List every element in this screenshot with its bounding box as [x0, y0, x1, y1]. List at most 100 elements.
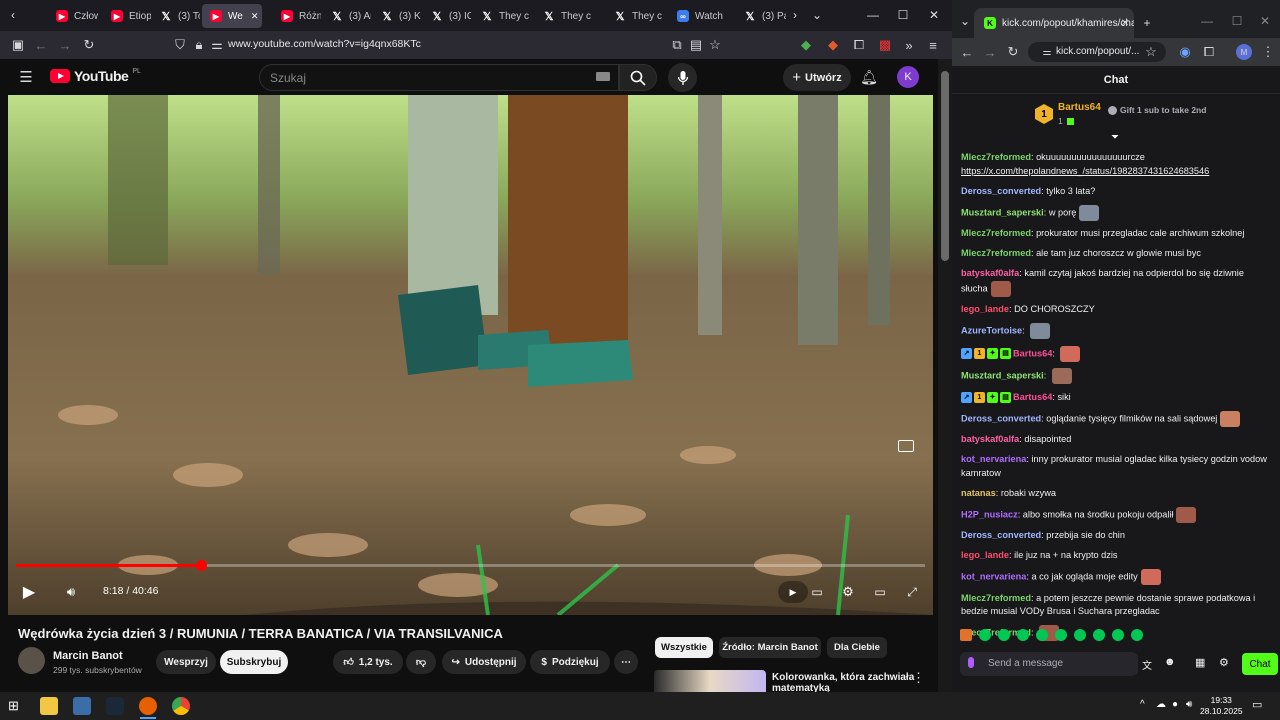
chrome-extension-icon[interactable]: ◉: [1176, 43, 1194, 61]
progress-scrubber[interactable]: [195, 560, 207, 571]
video-player[interactable]: ▶ 🔊︎ 8:18 / 40:46 ▶ ▭ ⚙ ▭ ⤢: [8, 95, 933, 615]
chat-username[interactable]: Musztard_saperski: [961, 370, 1044, 380]
computer-icon[interactable]: [73, 697, 91, 715]
start-icon[interactable]: ⊞: [8, 697, 26, 715]
tab-2[interactable]: ▶ Etiop: [103, 4, 151, 28]
channel-name[interactable]: Marcin Banot: [53, 650, 123, 662]
recommended-title[interactable]: Kolorowanka, która zachwiała matematyką: [772, 672, 914, 694]
dislike-button[interactable]: 👎︎: [406, 650, 436, 674]
search-input[interactable]: Szukaj: [259, 64, 619, 91]
chat-username[interactable]: Mlecz7reformed: [961, 593, 1031, 603]
chip-for-you[interactable]: Dla Ciebie: [827, 637, 887, 658]
play-icon[interactable]: ▶: [18, 581, 40, 603]
tab-scroll-right-icon[interactable]: ›: [786, 6, 804, 24]
lock-icon[interactable]: 🔒︎: [190, 36, 208, 54]
extension-badge-icon[interactable]: ▩: [876, 36, 894, 54]
chat-username[interactable]: natanas: [961, 488, 996, 498]
speaker-icon[interactable]: 🔊︎: [1186, 699, 1192, 710]
chat-link[interactable]: https://x.com/thepolandnews_/status/1982…: [961, 166, 1209, 176]
maximize-icon[interactable]: ☐: [894, 6, 912, 24]
emote-7-icon[interactable]: [1074, 629, 1086, 641]
extension-shield-icon[interactable]: ◆: [797, 36, 815, 54]
close-tab-icon[interactable]: ✕: [1116, 14, 1134, 32]
chat-username[interactable]: AzureTortoise: [961, 325, 1022, 335]
tab-scroll-left-icon[interactable]: ‹: [4, 6, 22, 24]
emote-8-icon[interactable]: [1093, 629, 1105, 641]
chat-username[interactable]: Mlecz7reformed: [961, 248, 1031, 258]
shield-icon[interactable]: ⛉: [171, 36, 189, 54]
forward-icon[interactable]: →: [56, 36, 74, 54]
extensions-icon[interactable]: ⧠: [850, 36, 868, 54]
chrome-back-icon[interactable]: ←: [958, 43, 976, 61]
send-chat-button[interactable]: Chat: [1242, 653, 1278, 675]
clock[interactable]: 19:33 28.10.2025: [1200, 695, 1243, 717]
autoplay-toggle[interactable]: ▶: [778, 581, 808, 603]
translate-icon[interactable]: 文: [1142, 657, 1152, 672]
permissions-icon[interactable]: ⚌: [208, 36, 226, 54]
tab-10[interactable]: 𝕏 They c: [535, 4, 593, 28]
voice-search-button[interactable]: [668, 63, 697, 92]
extension-fox-icon[interactable]: ◆: [824, 36, 842, 54]
minimize-icon[interactable]: —: [864, 6, 882, 24]
keyboard-icon[interactable]: [596, 72, 610, 81]
chrome-bookmark-icon[interactable]: ☆: [1142, 43, 1160, 61]
tray-mic-icon[interactable]: ●: [1172, 699, 1178, 710]
chrome-minimize-icon[interactable]: —: [1198, 12, 1216, 30]
miniplayer-icon[interactable]: [898, 440, 914, 452]
tab-list-chevron-icon[interactable]: ⌄: [808, 6, 826, 24]
pinned-user[interactable]: Bartus64: [1058, 102, 1101, 113]
tab-search-icon[interactable]: ⌄: [956, 12, 974, 30]
firefox-taskbar-icon[interactable]: [139, 697, 157, 715]
chat-mic-icon[interactable]: [968, 657, 974, 668]
emote-6-icon[interactable]: [1055, 629, 1067, 641]
back-icon[interactable]: ←: [32, 36, 50, 54]
search-button[interactable]: [619, 64, 657, 91]
chrome-profile-avatar[interactable]: M: [1236, 44, 1252, 60]
chat-username[interactable]: batyskaf0alfa: [961, 434, 1019, 444]
emote-4-icon[interactable]: [1017, 629, 1029, 641]
hamburger-menu-icon[interactable]: ☰: [17, 68, 35, 86]
collapse-pinned-icon[interactable]: ⏷: [1111, 132, 1119, 143]
create-button[interactable]: + Utwórz: [783, 64, 851, 91]
share-button[interactable]: ↪ Udostępnij: [442, 650, 526, 674]
close-window-icon[interactable]: ✕: [925, 6, 943, 24]
settings-gear-icon[interactable]: ⚙: [837, 581, 859, 603]
recommended-more-icon[interactable]: ⋮: [912, 670, 925, 686]
chat-username[interactable]: kot_nervariena: [961, 571, 1026, 581]
emote-3-icon[interactable]: [998, 629, 1010, 641]
page-scrollbar[interactable]: [938, 59, 952, 692]
emoji-picker-icon[interactable]: ☻: [1164, 656, 1176, 668]
reader-view-icon[interactable]: ▤: [687, 36, 705, 54]
chat-username[interactable]: lego_lande: [961, 550, 1009, 560]
emote-5-icon[interactable]: [1036, 629, 1048, 641]
subscribe-button[interactable]: Subskrybuj: [220, 650, 288, 674]
chrome-maximize-icon[interactable]: ☐: [1228, 12, 1246, 30]
cloud-icon[interactable]: ☁: [1156, 699, 1166, 710]
tab-12[interactable]: ∞ Watch: [669, 4, 731, 28]
tab-7[interactable]: 𝕏 (3) Ko: [373, 4, 421, 28]
chat-username[interactable]: Musztard_saperski: [961, 207, 1044, 217]
chrome-reload-icon[interactable]: ↻: [1004, 43, 1022, 61]
scrollbar-thumb[interactable]: [941, 71, 949, 261]
progress-bar[interactable]: [16, 560, 925, 571]
chat-username[interactable]: Bartus64: [1013, 348, 1052, 358]
menu-icon[interactable]: ≡: [924, 36, 942, 54]
chrome-tab-active[interactable]: K kick.com/popout/khamires/cha: [974, 8, 1134, 38]
like-button[interactable]: 👍︎ 1,2 tys.: [333, 650, 403, 674]
picture-in-picture-icon[interactable]: ⧉: [668, 36, 686, 54]
chat-username[interactable]: Mlecz7reformed: [961, 152, 1031, 162]
emote-2-icon[interactable]: [979, 629, 991, 641]
emote-1-icon[interactable]: [960, 629, 972, 641]
tab-5[interactable]: ▶ Różni: [273, 4, 321, 28]
chat-username[interactable]: Deross_converted: [961, 413, 1041, 423]
bookmark-star-icon[interactable]: ☆: [706, 36, 724, 54]
theater-mode-icon[interactable]: ▭: [869, 581, 891, 603]
chat-username[interactable]: Deross_converted: [961, 186, 1041, 196]
chat-username[interactable]: H2P_nusiacz: [961, 509, 1018, 519]
chrome-taskbar-icon[interactable]: [172, 697, 190, 715]
chip-all[interactable]: Wszystkie: [655, 637, 713, 658]
support-button[interactable]: Wesprzyj: [156, 650, 216, 674]
channel-avatar[interactable]: [18, 647, 45, 674]
reload-icon[interactable]: ↻: [80, 36, 98, 54]
file-explorer-icon[interactable]: [40, 697, 58, 715]
